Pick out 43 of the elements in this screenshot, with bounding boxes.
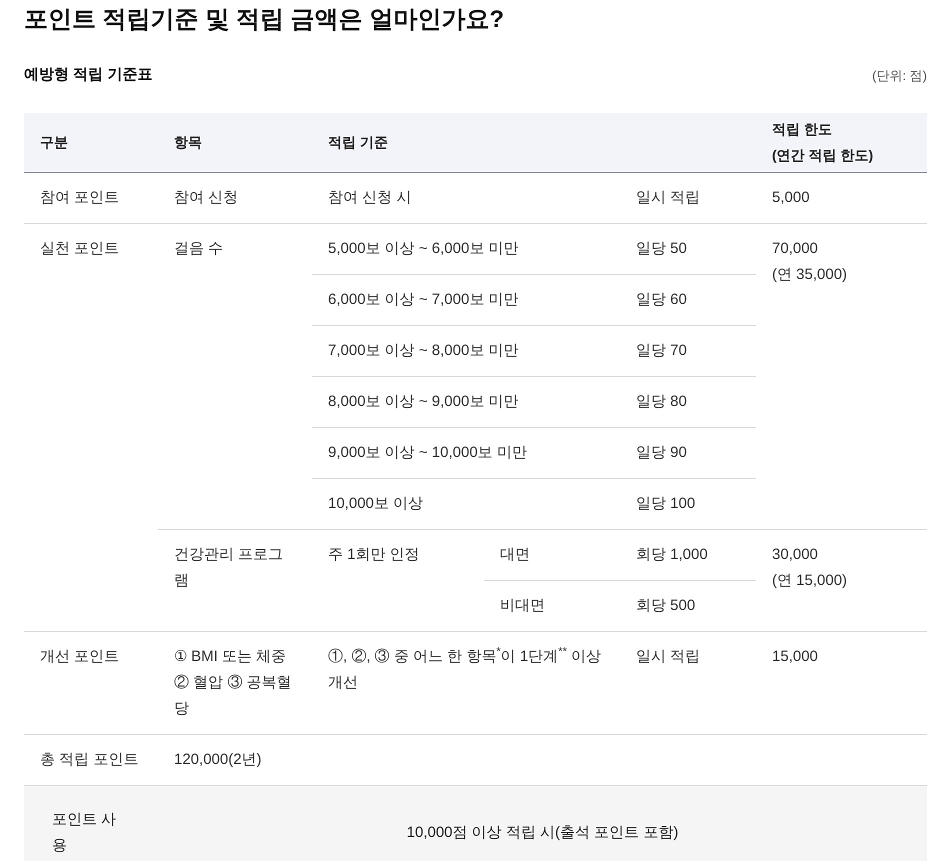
column-header: 구분 [40, 134, 68, 150]
rate-cell: 회당 500 [636, 597, 696, 614]
limit-cell: 70,000 (연 35,000) [772, 240, 848, 283]
rate-cell: 일당 80 [636, 393, 687, 410]
rate-cell: 일당 50 [636, 240, 687, 257]
criterion-cell: 주 1회만 인정 [328, 546, 420, 563]
criterion-cell: 8,000보 이상 ~ 9,000보 미만 [328, 393, 519, 410]
column-header: 적립 기준 [328, 134, 388, 150]
table-caption: 예방형 적립 기준표 [24, 65, 152, 85]
page-title: 포인트 적립기준 및 적립 금액은 얼마인가요? [24, 5, 505, 35]
criterion-cell: 5,000보 이상 ~ 6,000보 미만 [328, 240, 519, 257]
category-cell: 참여 포인트 [40, 189, 120, 206]
method-cell: 일시 적립 [636, 648, 700, 665]
criterion-cell: 참여 신청 시 [328, 189, 412, 206]
column-header: 항목 [174, 134, 202, 150]
category-cell: 총 적립 포인트 [40, 751, 138, 768]
rate-cell: 회당 1,000 [636, 546, 708, 563]
rate-cell: 일당 100 [636, 495, 696, 512]
rate-cell: 일당 90 [636, 444, 687, 461]
item-cell: 건강관리 프로그램 [174, 546, 284, 589]
category-cell: 실천 포인트 [40, 240, 120, 257]
category-cell: 개선 포인트 [40, 648, 120, 665]
unit-label: (단위: 점) [872, 66, 927, 85]
item-cell: 참여 신청 [174, 189, 238, 206]
method-cell: 일시 적립 [636, 189, 700, 206]
usage-label: 포인트 사용 [52, 811, 116, 854]
mode-cell: 대면 [500, 546, 530, 563]
criterion-cell: 9,000보 이상 ~ 10,000보 미만 [328, 444, 527, 461]
rate-cell: 일당 60 [636, 291, 687, 308]
usage-cell: 10,000점 이상 적립 시(출석 포인트 포함) [406, 824, 678, 841]
limit-cell: 30,000 (연 15,000) [772, 546, 848, 589]
item-cell: 걸음 수 [174, 240, 224, 257]
item-cell: ① BMI 또는 체중 ② 혈압 ③ 공복혈당 [174, 648, 292, 717]
criterion-cell: 6,000보 이상 ~ 7,000보 미만 [328, 291, 519, 308]
column-header: 적립 한도 (연간 적립 한도) [772, 121, 874, 164]
limit-cell: 5,000 [772, 189, 810, 206]
criterion-cell: ①, ②, ③ 중 어느 한 항목$^{*}$이 1단계$^{**}$ 이상 개선 [328, 648, 602, 691]
mode-cell: 비대면 [500, 597, 545, 614]
criterion-cell: 7,000보 이상 ~ 8,000보 미만 [328, 342, 519, 359]
criterion-cell: 10,000보 이상 [328, 495, 424, 512]
rate-cell: 일당 70 [636, 342, 687, 359]
limit-cell: 15,000 [772, 648, 818, 665]
total-cell: 120,000(2년) [174, 751, 262, 768]
